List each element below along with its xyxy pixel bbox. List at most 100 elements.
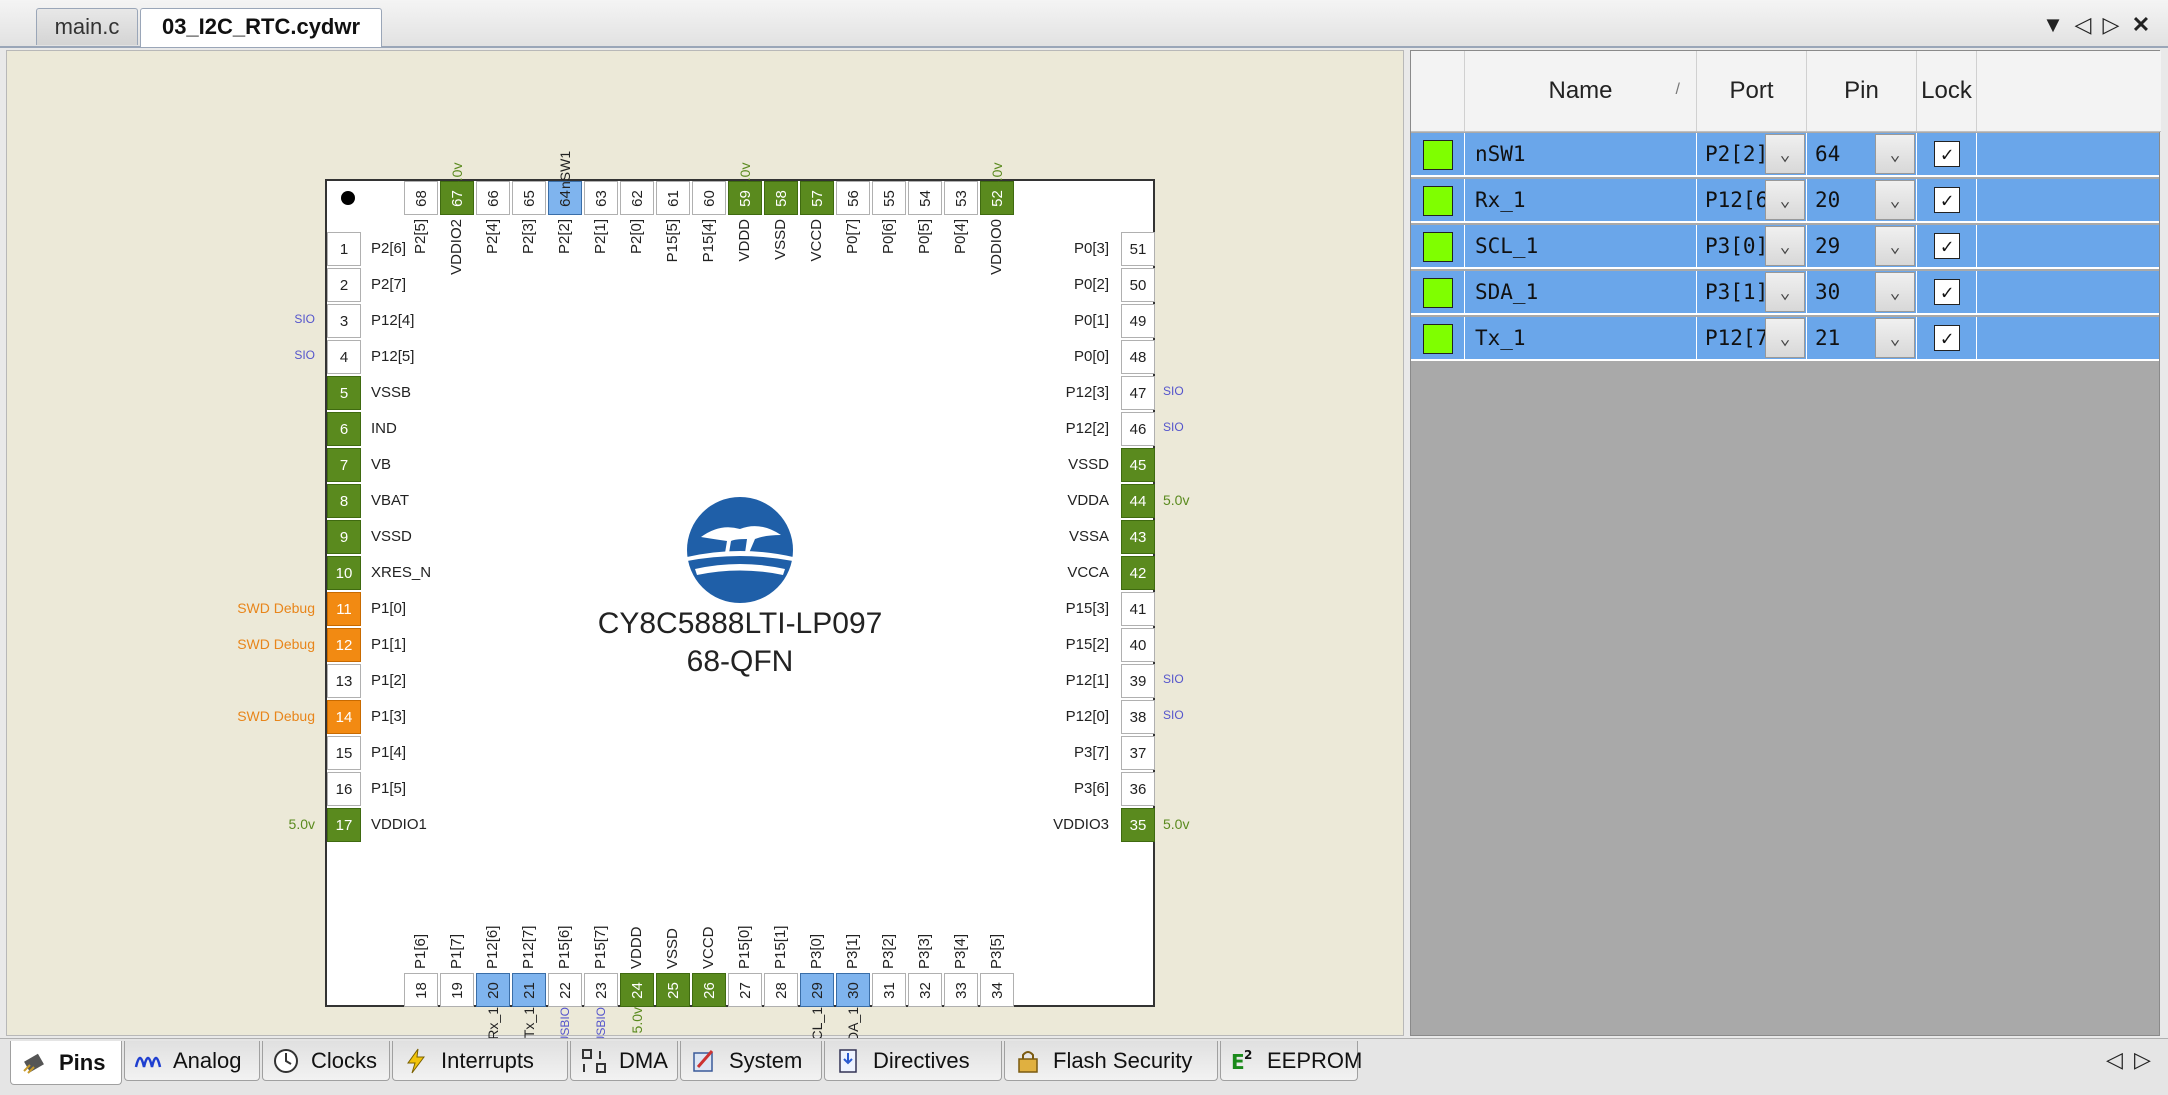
port-cell[interactable]: P2[2] ⌄ [1697,133,1807,175]
left-pin-10[interactable]: 10 [327,556,361,590]
left-pin-16[interactable]: 16 [327,772,361,806]
bottom-pin-31[interactable]: 31 [872,973,906,1007]
pin-dropdown-button[interactable]: ⌄ [1875,134,1915,174]
pin-color-swatch[interactable] [1423,186,1453,216]
port-dropdown-button[interactable]: ⌄ [1765,134,1805,174]
lock-checkbox[interactable]: ✓ [1934,187,1960,213]
tab-scroll-right-icon[interactable]: ▷ [2098,10,2124,40]
top-pin-53[interactable]: 53 [944,181,978,215]
pin-dropdown-button[interactable]: ⌄ [1875,318,1915,358]
right-pin-44[interactable]: 44 [1121,484,1155,518]
bottom-pin-33[interactable]: 33 [944,973,978,1007]
bottom-pin-27[interactable]: 27 [728,973,762,1007]
left-pin-17[interactable]: 17 [327,808,361,842]
left-pin-13[interactable]: 13 [327,664,361,698]
tab-pins[interactable]: Pins [10,1041,122,1085]
right-pin-42[interactable]: 42 [1121,556,1155,590]
left-pin-7[interactable]: 7 [327,448,361,482]
port-cell[interactable]: P3[0] ⌄ [1697,225,1807,267]
right-pin-35[interactable]: 35 [1121,808,1155,842]
top-pin-61[interactable]: 61 [656,181,690,215]
top-pin-65[interactable]: 65 [512,181,546,215]
tab-main-c[interactable]: main.c [36,8,138,45]
bottom-pin-26[interactable]: 26 [692,973,726,1007]
top-pin-56[interactable]: 56 [836,181,870,215]
right-pin-51[interactable]: 51 [1121,232,1155,266]
right-pin-39[interactable]: 39 [1121,664,1155,698]
right-pin-38[interactable]: 38 [1121,700,1155,734]
bottom-pin-20[interactable]: 20 [476,973,510,1007]
left-pin-14[interactable]: 14 [327,700,361,734]
tab-analog[interactable]: Analog [124,1041,260,1081]
lock-checkbox[interactable]: ✓ [1934,279,1960,305]
right-pin-40[interactable]: 40 [1121,628,1155,662]
bottom-pin-32[interactable]: 32 [908,973,942,1007]
bottom-pin-28[interactable]: 28 [764,973,798,1007]
left-pin-6[interactable]: 6 [327,412,361,446]
pin-cell[interactable]: 29 ⌄ [1807,225,1917,267]
pin-color-swatch[interactable] [1423,140,1453,170]
table-row[interactable]: Tx_1 P12[7] ⌄ 21 ⌄ ✓ [1411,317,2159,361]
tab-interrupts[interactable]: Interrupts [392,1041,568,1081]
tab-dma[interactable]: DMA [570,1041,678,1081]
bottom-pin-24[interactable]: 24 [620,973,654,1007]
top-pin-62[interactable]: 62 [620,181,654,215]
table-row[interactable]: Rx_1 P12[6] ⌄ 20 ⌄ ✓ [1411,179,2159,223]
bottom-pin-22[interactable]: 22 [548,973,582,1007]
tab-list-dropdown-icon[interactable]: ▼ [2040,10,2066,40]
bottom-scroll-left-icon[interactable]: ◁ [2106,1047,2123,1073]
port-cell[interactable]: P12[6] ⌄ [1697,179,1807,221]
name-cell[interactable]: nSW1 [1465,133,1697,175]
right-pin-48[interactable]: 48 [1121,340,1155,374]
bottom-pin-21[interactable]: 21 [512,973,546,1007]
left-pin-3[interactable]: 3 [327,304,361,338]
name-cell[interactable]: SCL_1 [1465,225,1697,267]
tab-flash-security[interactable]: Flash Security [1004,1041,1218,1081]
pin-color-swatch[interactable] [1423,278,1453,308]
tab-scroll-left-icon[interactable]: ◁ [2070,10,2096,40]
pin-cell[interactable]: 21 ⌄ [1807,317,1917,359]
left-pin-15[interactable]: 15 [327,736,361,770]
right-pin-50[interactable]: 50 [1121,268,1155,302]
top-pin-54[interactable]: 54 [908,181,942,215]
name-column-header[interactable]: Name / [1465,51,1697,131]
left-pin-12[interactable]: 12 [327,628,361,662]
top-pin-57[interactable]: 57 [800,181,834,215]
top-pin-63[interactable]: 63 [584,181,618,215]
bottom-pin-34[interactable]: 34 [980,973,1014,1007]
bottom-pin-25[interactable]: 25 [656,973,690,1007]
left-pin-4[interactable]: 4 [327,340,361,374]
bottom-pin-30[interactable]: 30 [836,973,870,1007]
right-pin-43[interactable]: 43 [1121,520,1155,554]
port-dropdown-button[interactable]: ⌄ [1765,272,1805,312]
left-pin-11[interactable]: 11 [327,592,361,626]
top-pin-60[interactable]: 60 [692,181,726,215]
name-cell[interactable]: SDA_1 [1465,271,1697,313]
pin-color-swatch[interactable] [1423,232,1453,262]
bottom-pin-19[interactable]: 19 [440,973,474,1007]
right-pin-49[interactable]: 49 [1121,304,1155,338]
left-pin-8[interactable]: 8 [327,484,361,518]
bottom-pin-18[interactable]: 18 [404,973,438,1007]
table-row[interactable]: SCL_1 P3[0] ⌄ 29 ⌄ ✓ [1411,225,2159,269]
left-pin-1[interactable]: 1 [327,232,361,266]
bottom-pin-29[interactable]: 29 [800,973,834,1007]
right-pin-37[interactable]: 37 [1121,736,1155,770]
pin-cell[interactable]: 30 ⌄ [1807,271,1917,313]
bottom-pin-23[interactable]: 23 [584,973,618,1007]
tab-eeprom[interactable]: E 2 EEPROM [1220,1041,1362,1081]
left-pin-2[interactable]: 2 [327,268,361,302]
top-pin-55[interactable]: 55 [872,181,906,215]
pin-dropdown-button[interactable]: ⌄ [1875,226,1915,266]
port-dropdown-button[interactable]: ⌄ [1765,318,1805,358]
top-pin-58[interactable]: 58 [764,181,798,215]
top-pin-68[interactable]: 68 [404,181,438,215]
pin-cell[interactable]: 64 ⌄ [1807,133,1917,175]
right-pin-47[interactable]: 47 [1121,376,1155,410]
close-document-icon[interactable]: ✕ [2128,10,2154,40]
pin-cell[interactable]: 20 ⌄ [1807,179,1917,221]
right-pin-46[interactable]: 46 [1121,412,1155,446]
port-cell[interactable]: P3[1] ⌄ [1697,271,1807,313]
table-row[interactable]: SDA_1 P3[1] ⌄ 30 ⌄ ✓ [1411,271,2159,315]
lock-checkbox[interactable]: ✓ [1934,141,1960,167]
